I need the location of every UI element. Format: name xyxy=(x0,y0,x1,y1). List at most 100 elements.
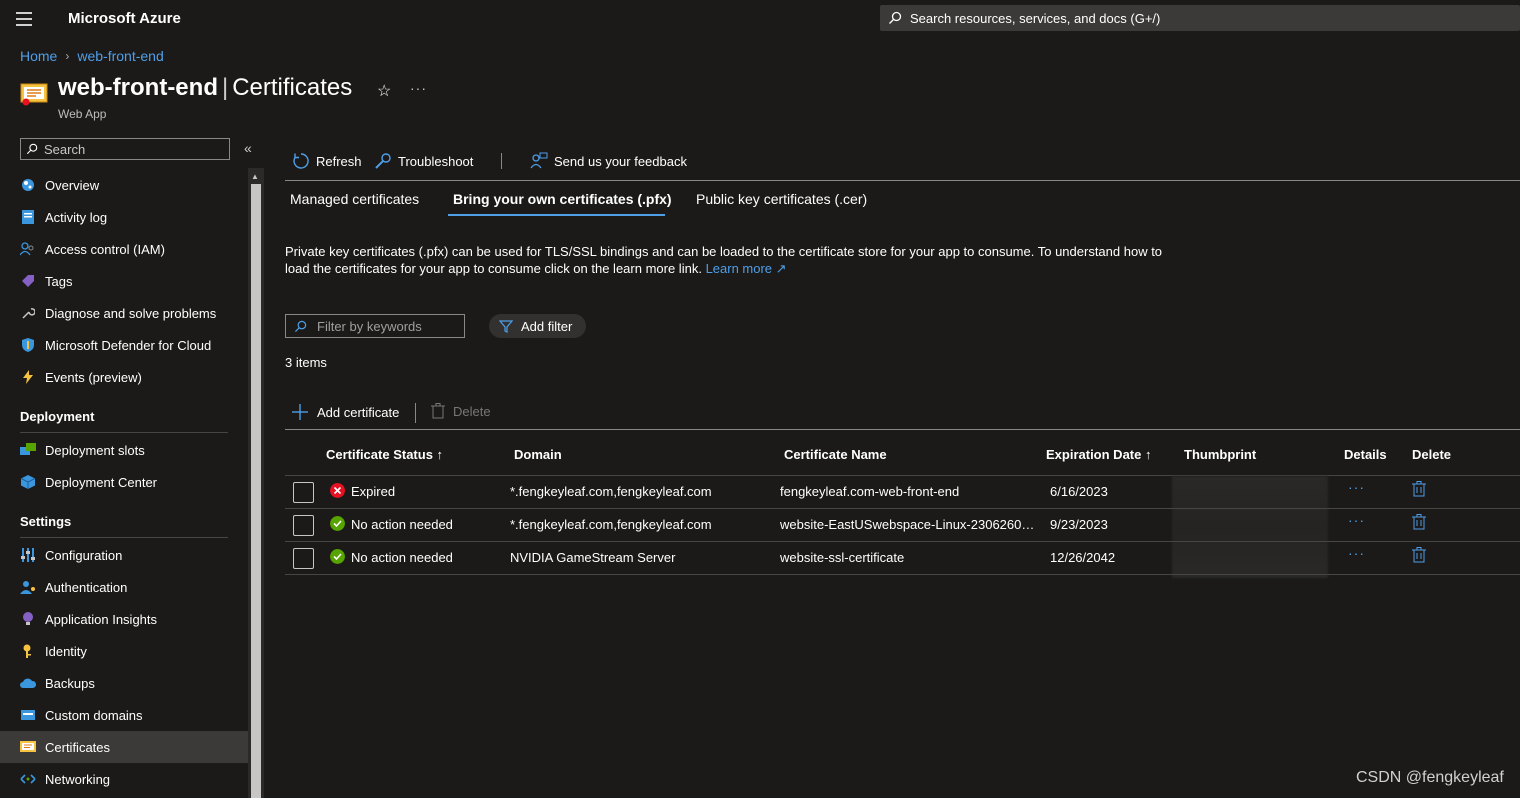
global-search-placeholder: Search resources, services, and docs (G+… xyxy=(910,10,1161,26)
add-filter-button[interactable]: Add filter xyxy=(489,314,586,338)
blade-name: Certificates xyxy=(232,74,353,101)
row-checkbox[interactable] xyxy=(293,515,314,536)
shield-icon xyxy=(20,337,36,353)
breadcrumb-current[interactable]: web-front-end xyxy=(77,48,163,64)
sliders-icon xyxy=(20,547,36,563)
column-header-delete: Delete xyxy=(1412,447,1452,462)
sidebar-item-label: Microsoft Defender for Cloud xyxy=(45,338,212,353)
sidebar-item-label: Activity log xyxy=(45,210,108,225)
status-cell: No action needed xyxy=(351,517,453,532)
tab-public-key[interactable]: Public key certificates (.cer) xyxy=(696,191,867,207)
sidebar-search-input[interactable]: Search xyxy=(20,138,230,160)
column-header-domain[interactable]: Domain xyxy=(514,447,562,462)
delete-button[interactable]: Delete xyxy=(431,403,491,419)
feedback-label: Send us your feedback xyxy=(554,153,687,169)
details-more-icon[interactable]: ··· xyxy=(1348,545,1365,561)
details-more-icon[interactable]: ··· xyxy=(1348,479,1365,495)
filter-input[interactable]: Filter by keywords xyxy=(285,314,465,338)
menu-icon[interactable] xyxy=(16,12,32,26)
success-icon xyxy=(330,549,345,564)
sidebar-item-overview[interactable]: Overview xyxy=(0,169,248,201)
expiration-cell: 9/23/2023 xyxy=(1050,517,1108,532)
sidebar-item-label: Application Insights xyxy=(45,612,158,627)
sidebar-item-label: Configuration xyxy=(45,548,123,563)
sidebar-item-authentication[interactable]: Authentication xyxy=(0,571,248,603)
status-cell: No action needed xyxy=(351,550,453,565)
sidebar-item-tags[interactable]: Tags xyxy=(0,265,248,297)
column-header-expiration[interactable]: Expiration Date ↑ xyxy=(1046,447,1151,462)
sidebar-item-activity-log[interactable]: Activity log xyxy=(0,201,248,233)
row-checkbox[interactable] xyxy=(293,482,314,503)
sidebar-item-label: Networking xyxy=(45,772,111,787)
wrench-icon xyxy=(375,153,391,169)
sidebar-item-label: Diagnose and solve problems xyxy=(45,306,217,321)
tab-managed-certificates[interactable]: Managed certificates xyxy=(290,191,419,207)
sidebar-item-access-control[interactable]: Access control (IAM) xyxy=(0,233,248,265)
add-certificate-label: Add certificate xyxy=(317,404,400,420)
column-header-thumbprint[interactable]: Thumbprint xyxy=(1184,447,1256,462)
trash-icon[interactable] xyxy=(1412,514,1426,530)
sidebar-item-label: Overview xyxy=(45,178,100,193)
brand-title[interactable]: Microsoft Azure xyxy=(68,10,181,27)
refresh-icon xyxy=(293,153,309,169)
sidebar-item-certificates[interactable]: Certificates xyxy=(0,731,248,763)
sidebar-item-application-insights[interactable]: Application Insights xyxy=(0,603,248,635)
wrench-icon xyxy=(20,305,36,321)
sidebar-item-defender[interactable]: Microsoft Defender for Cloud xyxy=(0,329,248,361)
column-header-status[interactable]: Certificate Status ↑ xyxy=(326,447,443,462)
feedback-button[interactable]: Send us your feedback xyxy=(530,152,687,170)
sidebar-item-label: Backups xyxy=(45,676,95,691)
refresh-button[interactable]: Refresh xyxy=(292,152,362,170)
expiration-cell: 6/16/2023 xyxy=(1050,484,1108,499)
column-header-name[interactable]: Certificate Name xyxy=(784,447,887,462)
sidebar-item-deployment-center[interactable]: Deployment Center xyxy=(0,466,248,498)
cloud-icon xyxy=(20,675,36,691)
star-icon[interactable]: ☆ xyxy=(377,81,391,101)
add-filter-label: Add filter xyxy=(521,318,573,334)
user-key-icon xyxy=(20,579,36,595)
plus-icon xyxy=(292,404,308,420)
details-more-icon[interactable]: ··· xyxy=(1348,512,1365,528)
add-certificate-button[interactable]: Add certificate xyxy=(291,403,399,421)
description: Private key certificates (.pfx) can be u… xyxy=(285,243,1175,277)
sidebar-item-networking[interactable]: Networking xyxy=(0,763,248,795)
section-divider xyxy=(20,537,228,538)
sidebar-item-events[interactable]: Events (preview) xyxy=(0,361,248,393)
row-checkbox[interactable] xyxy=(293,548,314,569)
sidebar-item-label: Identity xyxy=(45,644,87,659)
collapse-sidebar-icon[interactable]: « xyxy=(244,140,252,156)
troubleshoot-button[interactable]: Troubleshoot xyxy=(374,152,473,170)
resource-type: Web App xyxy=(58,107,107,121)
search-icon xyxy=(26,143,38,155)
error-icon xyxy=(330,483,345,498)
row-divider xyxy=(285,574,1520,575)
sidebar-item-diagnose[interactable]: Diagnose and solve problems xyxy=(0,297,248,329)
actions-divider xyxy=(415,403,416,423)
sidebar-item-deployment-slots[interactable]: Deployment slots xyxy=(0,434,248,466)
name-cell: fengkeyleaf.com-web-front-end xyxy=(780,484,960,499)
trash-icon[interactable] xyxy=(1412,481,1426,497)
breadcrumb: Home › web-front-end xyxy=(20,48,164,64)
breadcrumb-home[interactable]: Home xyxy=(20,48,57,64)
status-cell: Expired xyxy=(351,484,396,499)
sidebar-scrollbar[interactable]: ▲ xyxy=(248,168,264,798)
more-options-icon[interactable]: ··· xyxy=(410,80,427,96)
sidebar-item-custom-domains[interactable]: Custom domains xyxy=(0,699,248,731)
scrollbar-thumb[interactable] xyxy=(251,184,261,798)
cube-icon xyxy=(20,474,36,490)
learn-more-link[interactable]: Learn more ↗ xyxy=(706,261,787,276)
chevron-right-icon: › xyxy=(65,49,70,63)
trash-icon[interactable] xyxy=(1412,547,1426,563)
name-cell: website-ssl-certificate xyxy=(780,550,905,565)
certificate-icon xyxy=(20,739,36,755)
global-search-input[interactable]: Search resources, services, and docs (G+… xyxy=(880,5,1520,31)
sort-ascending-icon: ↑ xyxy=(1144,447,1152,462)
toolbar-divider xyxy=(501,153,502,169)
sidebar-item-backups[interactable]: Backups xyxy=(0,667,248,699)
section-heading-settings: Settings xyxy=(20,514,72,529)
tab-bring-your-own[interactable]: Bring your own certificates (.pfx) xyxy=(453,191,672,207)
sidebar-item-identity[interactable]: Identity xyxy=(0,635,248,667)
people-icon xyxy=(20,241,36,257)
scroll-up-icon[interactable]: ▲ xyxy=(251,172,259,181)
sidebar-item-configuration[interactable]: Configuration xyxy=(0,539,248,571)
